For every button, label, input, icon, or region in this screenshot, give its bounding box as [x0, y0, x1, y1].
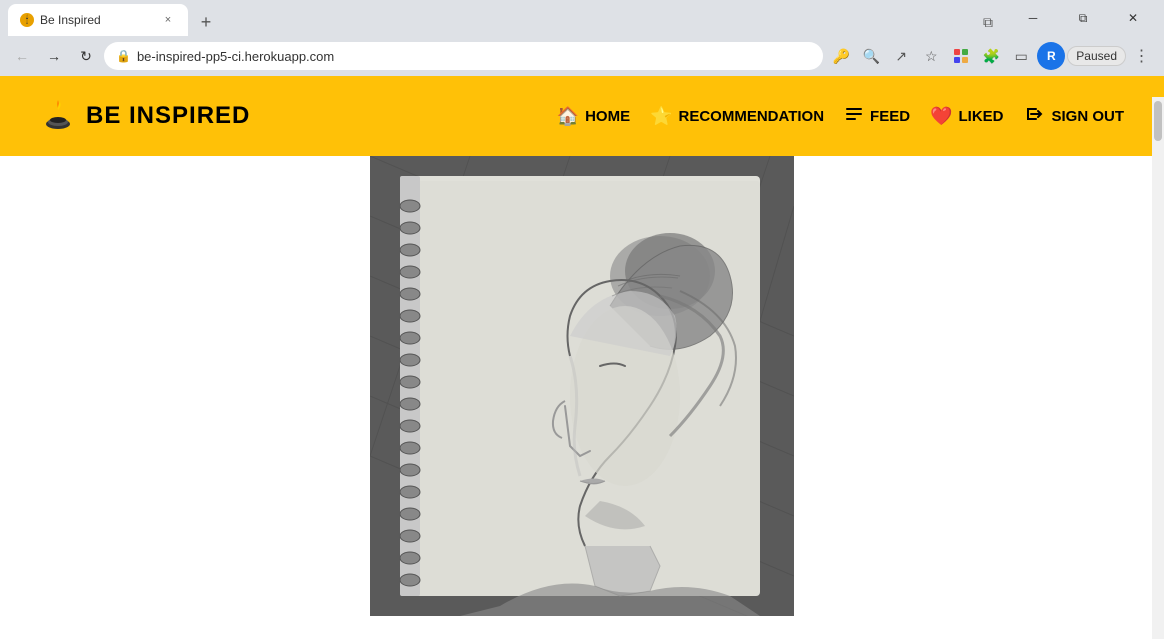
main-content — [0, 156, 1164, 616]
minimize-button[interactable]: ─ — [1010, 4, 1056, 32]
nav-home-label: HOME — [585, 108, 630, 125]
back-button[interactable]: ← — [8, 42, 36, 70]
brand: BE INSPIRED — [40, 98, 250, 134]
home-icon: 🏠 — [557, 106, 579, 127]
star-icon: ⭐ — [650, 106, 672, 127]
profile-button[interactable]: R — [1037, 42, 1065, 70]
more-options-button[interactable]: ⋮ — [1128, 42, 1156, 70]
key-icon[interactable]: 🔑 — [827, 42, 855, 70]
title-bar: 🕯 Be Inspired × + ⧉ ─ ⧉ ✕ — [0, 0, 1164, 36]
paused-label: Paused — [1076, 49, 1117, 63]
puzzle-icon[interactable]: 🧩 — [977, 42, 1005, 70]
close-window-button[interactable]: ✕ — [1110, 4, 1156, 32]
sketch-svg — [370, 156, 794, 616]
window-controls: ─ ⧉ ✕ — [1010, 4, 1156, 32]
navbar: BE INSPIRED 🏠 HOME ⭐ RECOMMENDATION — [0, 76, 1164, 156]
nav-recommendation-label: RECOMMENDATION — [679, 108, 825, 125]
tab-favicon: 🕯 — [20, 13, 34, 27]
share-icon[interactable]: ↗ — [887, 42, 915, 70]
brand-logo-icon — [40, 98, 76, 134]
sketch-image — [370, 156, 794, 616]
extension1-icon[interactable] — [947, 42, 975, 70]
nav-signout[interactable]: SIGN OUT — [1023, 103, 1124, 130]
nav-signout-label: SIGN OUT — [1051, 108, 1124, 125]
heart-icon: ❤️ — [930, 106, 952, 127]
toolbar-icons: 🔑 🔍 ↗ ☆ 🧩 ▭ R Paused ⋮ — [827, 42, 1156, 70]
nav-liked-label: LIKED — [958, 108, 1003, 125]
scrollbar-thumb[interactable] — [1154, 101, 1162, 141]
browser-chrome: 🕯 Be Inspired × + ⧉ ─ ⧉ ✕ ← → ↻ 🔒 be-ins… — [0, 0, 1164, 76]
address-bar[interactable]: 🔒 be-inspired-pp5-ci.herokuapp.com — [104, 42, 823, 70]
nav-feed-label: FEED — [870, 108, 910, 125]
active-tab[interactable]: 🕯 Be Inspired × — [8, 4, 188, 36]
sidebar-toggle-icon[interactable]: ▭ — [1007, 42, 1035, 70]
page-content: BE INSPIRED 🏠 HOME ⭐ RECOMMENDATION — [0, 76, 1164, 616]
refresh-button[interactable]: ↻ — [72, 42, 100, 70]
spiral-binding — [400, 176, 420, 596]
signout-icon — [1023, 103, 1045, 130]
tab-label: Be Inspired — [40, 13, 154, 27]
nav-links: 🏠 HOME ⭐ RECOMMENDATION FEED ❤️ — [557, 103, 1124, 130]
tab-bar: 🕯 Be Inspired × + ⧉ — [8, 0, 1002, 36]
feed-icon — [844, 104, 864, 129]
nav-recommendation[interactable]: ⭐ RECOMMENDATION — [650, 106, 824, 127]
zoom-icon[interactable]: 🔍 — [857, 42, 885, 70]
paused-button[interactable]: Paused — [1067, 46, 1126, 66]
address-bar-row: ← → ↻ 🔒 be-inspired-pp5-ci.herokuapp.com… — [0, 36, 1164, 76]
nav-home[interactable]: 🏠 HOME — [557, 106, 630, 127]
tab-close-button[interactable]: × — [160, 12, 176, 28]
new-tab-button[interactable]: + — [192, 8, 220, 36]
lock-icon: 🔒 — [116, 49, 131, 63]
bookmark-icon[interactable]: ☆ — [917, 42, 945, 70]
url-text: be-inspired-pp5-ci.herokuapp.com — [137, 49, 811, 64]
forward-button[interactable]: → — [40, 42, 68, 70]
scrollbar[interactable] — [1152, 97, 1164, 639]
restore-button[interactable]: ⧉ — [974, 8, 1002, 36]
nav-liked[interactable]: ❤️ LIKED — [930, 106, 1003, 127]
brand-name: BE INSPIRED — [86, 102, 250, 130]
restore-window-button[interactable]: ⧉ — [1060, 4, 1106, 32]
nav-feed[interactable]: FEED — [844, 104, 910, 129]
